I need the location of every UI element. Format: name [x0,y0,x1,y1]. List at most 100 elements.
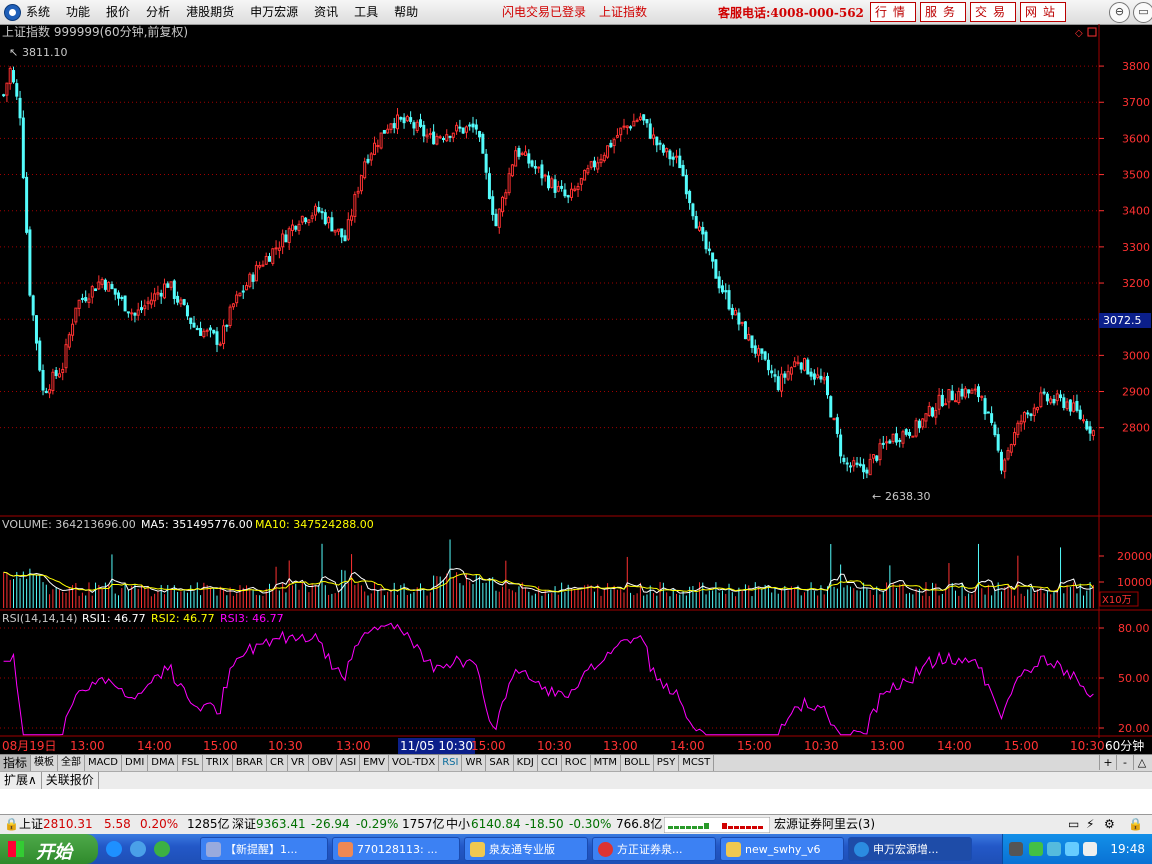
signal-icon[interactable]: ⚡ [1086,815,1094,834]
tray-sound-icon[interactable] [1029,842,1043,856]
chart-area[interactable]: 3800370036003500340033003200310030002900… [0,24,1152,738]
login-status[interactable]: 闪电交易已登录 [502,3,586,20]
indicator-tab-cr[interactable]: CR [267,755,288,771]
price-axis-label: 3700 [1122,96,1150,109]
task-button-chat[interactable]: 770128113: ... [332,837,460,861]
screen-icon[interactable]: ▭ [1068,815,1079,834]
candle-body [281,233,285,248]
indicator-tab-vr[interactable]: VR [288,755,309,771]
tab-menu-button[interactable]: △ [1133,755,1150,770]
candle-body [350,215,354,221]
related-quote-tab[interactable]: 关联报价 [42,772,99,789]
candle-body [517,147,521,157]
task-button-folder[interactable]: 泉友通专业版 [464,837,588,861]
candle-body [195,327,199,331]
candle-body [816,374,820,378]
indicator-tab-boll[interactable]: BOLL [621,755,654,771]
remove-tab-button[interactable]: - [1116,755,1133,770]
task-button-reminder[interactable]: 【新提醒】1... [200,837,328,861]
lock-status-icon[interactable]: 🔒 [1128,815,1143,834]
folder-icon [470,842,485,857]
menu-item-broker[interactable]: 申万宏源 [250,3,298,20]
candle-body [717,276,721,289]
period-label[interactable]: 60分钟 [1105,738,1144,754]
indicator-tab-指标[interactable]: 指标 [0,755,32,771]
menu-item-function[interactable]: 功能 [66,3,90,20]
ie-icon[interactable] [106,841,122,857]
website-button[interactable]: 网站 [1020,2,1066,22]
pane-toggle-icon[interactable]: ◇ [1075,28,1083,39]
indicator-tab-sar[interactable]: SAR [486,755,514,771]
indicator-tab-brar[interactable]: BRAR [233,755,268,771]
candle-body [415,121,419,131]
indicator-tab-cci[interactable]: CCI [538,755,562,771]
task-button-founder[interactable]: 方正证券泉... [592,837,716,861]
candle-body [990,413,994,423]
indicator-tab-fsl[interactable]: FSL [178,755,203,771]
trade-button[interactable]: 交易 [970,2,1016,22]
kline-chart[interactable]: 3800370036003500340033003200310030002900… [0,24,1152,738]
indicator-tab-全部[interactable]: 全部 [58,755,86,771]
price-axis-label: 3000 [1122,349,1150,362]
tray-network-icon[interactable] [1047,842,1061,856]
task-button-folder-v6[interactable]: new_swhy_v6 [720,837,844,861]
market-button[interactable]: 行情 [870,2,916,22]
volume-label: VOLUME: 364213696.00 [2,518,136,531]
task-button-swhy[interactable]: 申万宏源增... [848,837,972,861]
restore-button[interactable]: ▭ [1133,2,1152,23]
menu-item-system[interactable]: 系统 [26,3,50,20]
folder-icon [726,842,741,857]
candle-body [835,417,839,434]
lock-icon[interactable]: 🔒 [4,815,19,834]
minimize-button[interactable]: ⊖ [1109,2,1130,23]
menu-item-hk-futures[interactable]: 港股期货 [186,3,234,20]
start-button[interactable]: 开始 [0,834,98,864]
candle-body [622,125,626,128]
indicator-tab-rsi[interactable]: RSI [439,755,463,771]
menu-item-news[interactable]: 资讯 [314,3,338,20]
indicator-tab-obv[interactable]: OBV [309,755,338,771]
menu-item-help[interactable]: 帮助 [394,3,418,20]
service-button[interactable]: 服务 [920,2,966,22]
candle-body [954,400,958,403]
indicator-tab-kdj[interactable]: KDJ [514,755,538,771]
candle-body [77,299,81,309]
tray-im-icon[interactable] [1065,842,1079,856]
add-tab-button[interactable]: + [1099,755,1116,770]
indicator-tab-wr[interactable]: WR [462,755,487,771]
indicator-tab-asi[interactable]: ASI [337,755,361,771]
candle-body [245,285,249,291]
expand-tab[interactable]: 扩展∧ [0,772,42,789]
indicator-tab-dma[interactable]: DMA [148,755,179,771]
indicator-tab-macd[interactable]: MACD [85,755,122,771]
settings-icon[interactable]: ⚙ [1104,815,1115,834]
indicator-tab-vol-tdx[interactable]: VOL-TDX [389,755,440,771]
candle-body [382,129,386,134]
rsi2-label: RSI2: 46.77 [151,612,215,625]
indicator-tab-模板[interactable]: 模板 [31,755,59,771]
candle-body [199,327,203,336]
tray-volume-icon[interactable] [1083,842,1097,856]
browser-icon[interactable] [154,841,170,857]
menu-item-tools[interactable]: 工具 [354,3,378,20]
menu-item-quote[interactable]: 报价 [106,3,130,20]
index-link[interactable]: 上证指数 [599,3,647,20]
app-logo-icon[interactable] [4,4,21,21]
candle-body [464,126,468,133]
indicator-tab-emv[interactable]: EMV [360,755,389,771]
candle-body [750,335,754,348]
menu-item-analysis[interactable]: 分析 [146,3,170,20]
high-marker-icon: ↖ [9,46,18,59]
ie2-icon[interactable] [130,841,146,857]
candle-body [290,224,294,232]
indicator-tab-psy[interactable]: PSY [654,755,680,771]
candle-body [346,219,350,240]
tray-printer-icon[interactable] [1009,842,1023,856]
indicator-tab-trix[interactable]: TRIX [203,755,233,771]
indicator-tab-mcst[interactable]: MCST [679,755,715,771]
indicator-tab-mtm[interactable]: MTM [591,755,621,771]
indicator-tab-roc[interactable]: ROC [562,755,591,771]
indicator-tab-dmi[interactable]: DMI [122,755,149,771]
candle-body [737,312,741,325]
pane-maximize-icon[interactable] [1087,27,1097,37]
